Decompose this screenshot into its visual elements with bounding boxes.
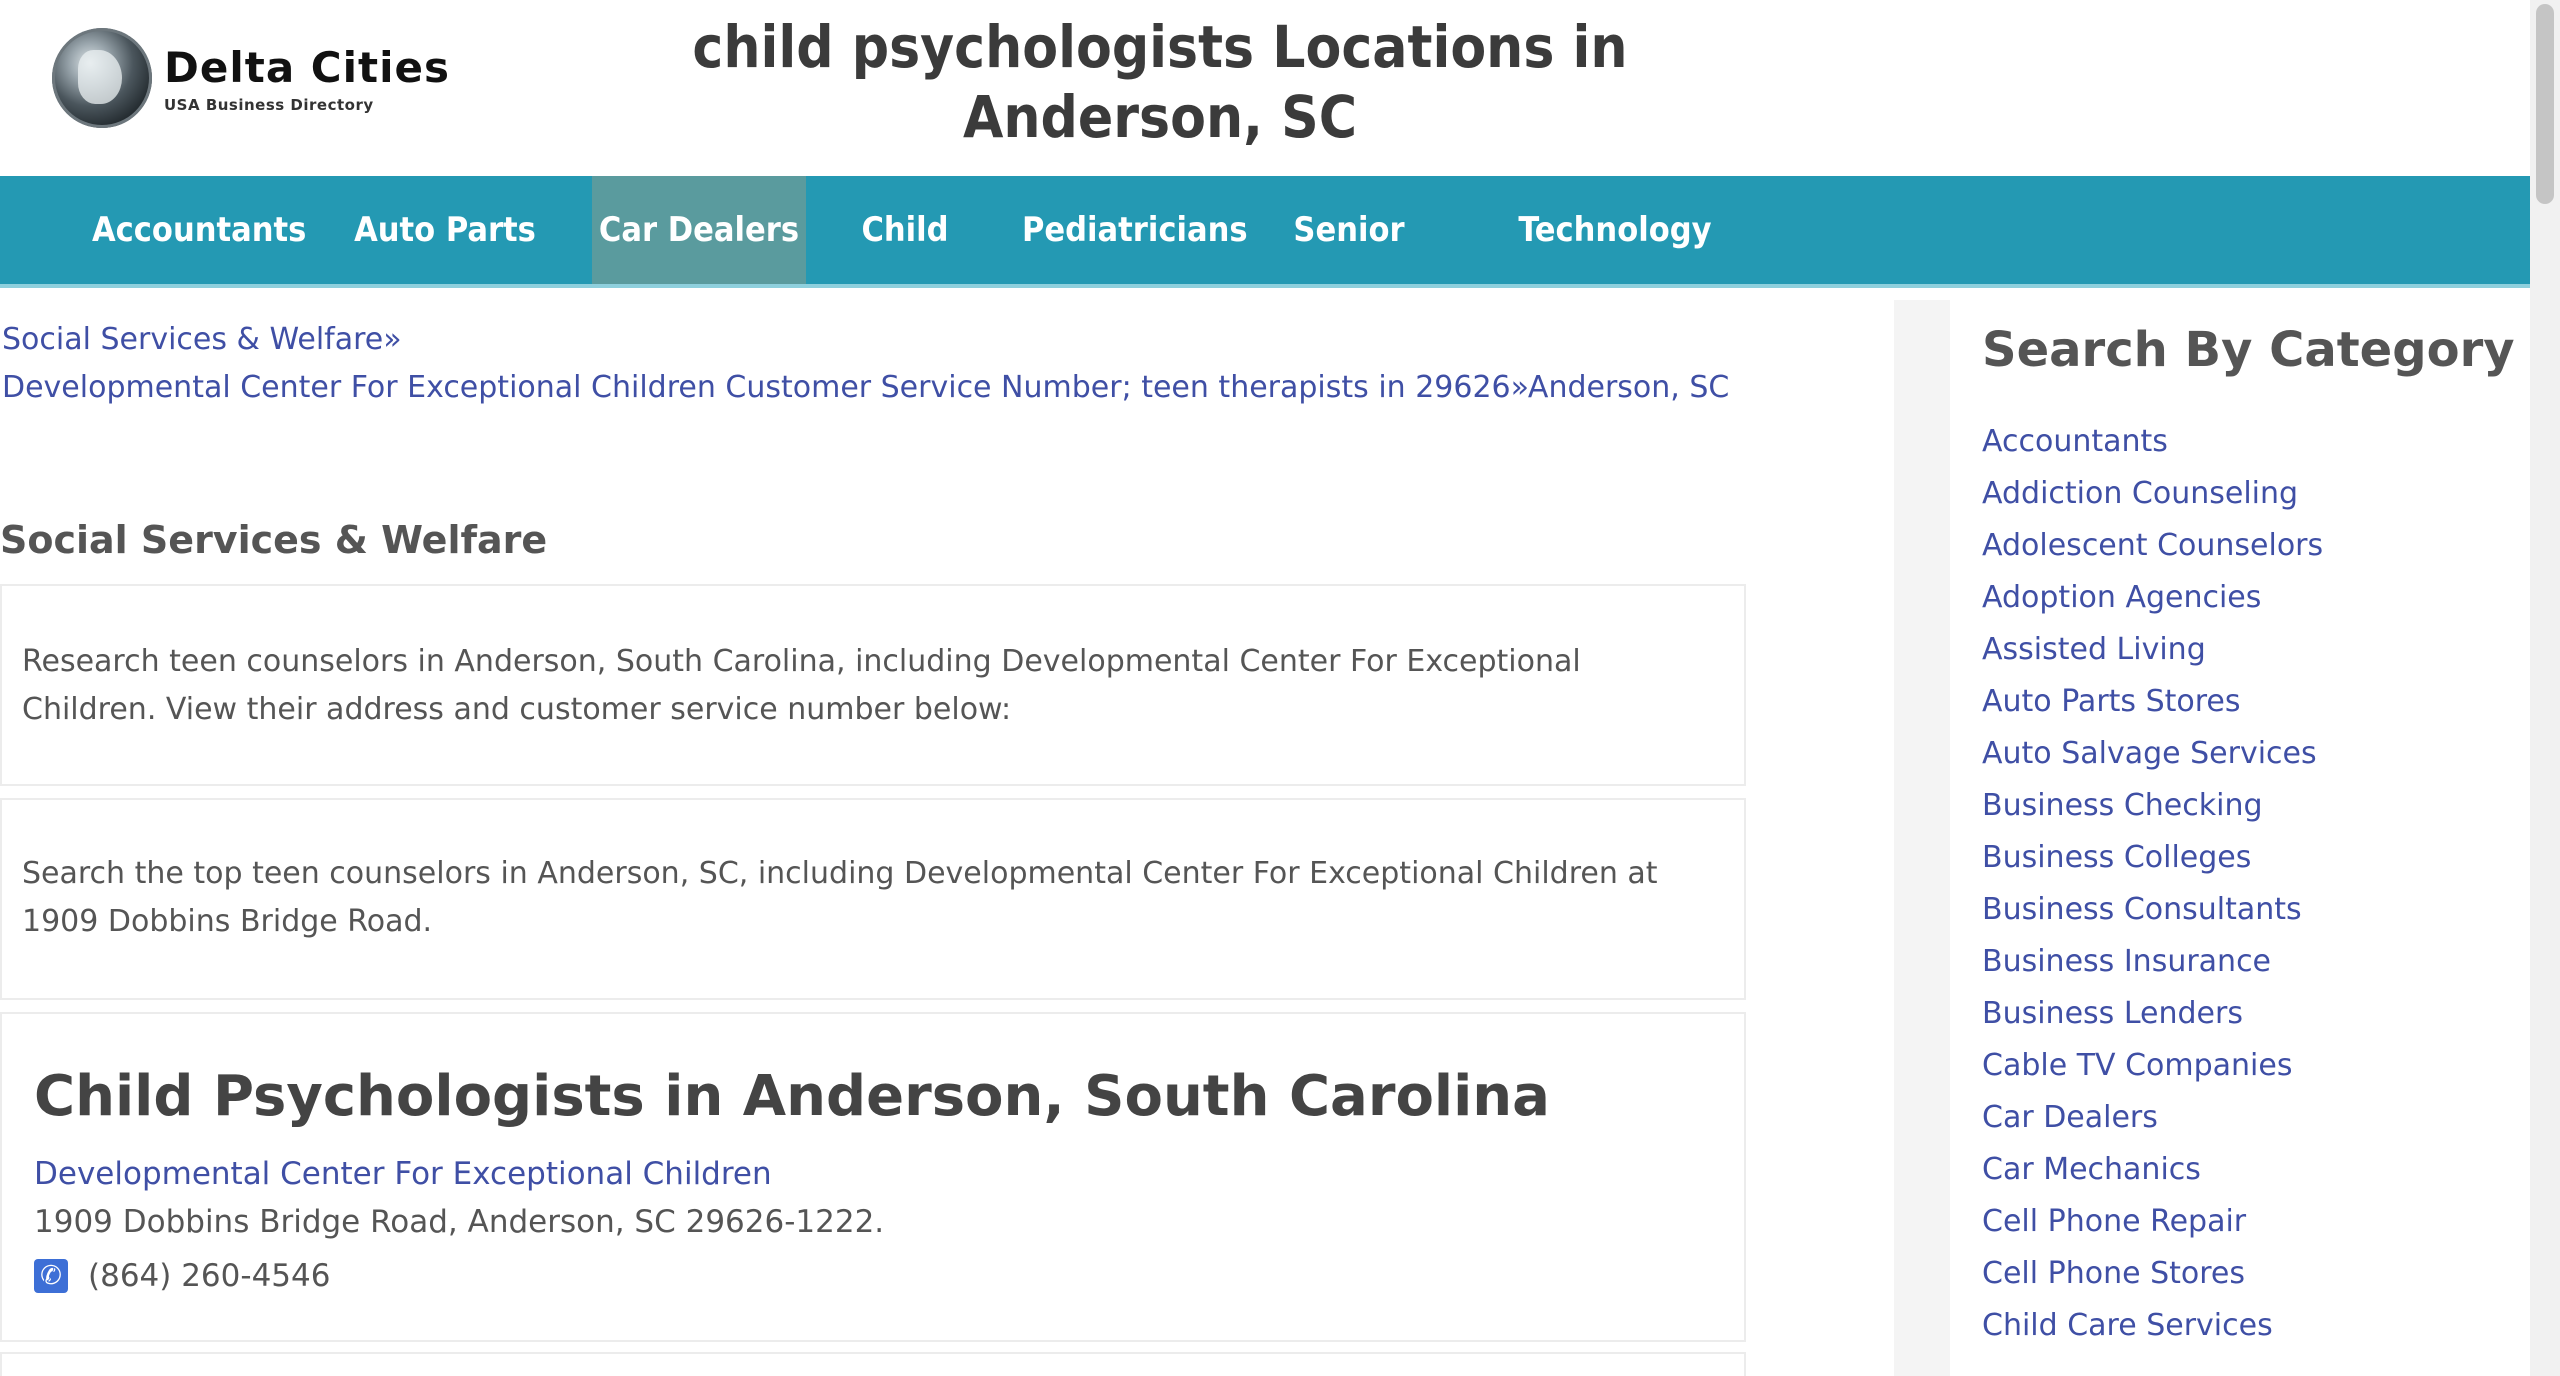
- business-address: 1909 Dobbins Bridge Road, Anderson, SC 2…: [34, 1204, 885, 1240]
- nav-item-senior-care[interactable]: Senior Care: [1260, 176, 1438, 358]
- category-link[interactable]: Child Care Services: [1982, 1308, 2323, 1360]
- breadcrumb-social-services[interactable]: Social Services & Welfare»: [2, 322, 402, 357]
- sidebar-gutter: [1894, 300, 1950, 1376]
- business-name-link[interactable]: Developmental Center For Exceptional Chi…: [34, 1156, 772, 1192]
- logo-subtitle: USA Business Directory: [164, 95, 374, 114]
- logo-title: Delta Cities: [164, 42, 450, 92]
- category-link[interactable]: Assisted Living: [1982, 632, 2323, 684]
- page-scrollbar[interactable]: [2530, 0, 2560, 1376]
- site-logo[interactable]: Delta Cities USA Business Directory: [52, 28, 450, 128]
- nav-item-accountants[interactable]: Accountants: [92, 176, 306, 284]
- nav-item-car-dealers[interactable]: Car Dealers: [592, 176, 806, 284]
- category-link[interactable]: Auto Parts Stores: [1982, 684, 2323, 736]
- category-link[interactable]: Adoption Agencies: [1982, 580, 2323, 632]
- category-link[interactable]: Accountants: [1982, 424, 2323, 476]
- breadcrumb-business-page[interactable]: Developmental Center For Exceptional Chi…: [2, 370, 1729, 405]
- category-link[interactable]: Business Consultants: [1982, 892, 2323, 944]
- intro-text: Research teen counselors in Anderson, So…: [22, 644, 1581, 727]
- main-nav: Accountants Auto Parts Stores Car Dealer…: [0, 176, 2530, 358]
- phone-icon: ✆: [34, 1259, 68, 1293]
- category-link[interactable]: Car Mechanics: [1982, 1152, 2323, 1204]
- category-link[interactable]: Adolescent Counselors: [1982, 528, 2323, 580]
- business-phone[interactable]: (864) 260-4546: [88, 1258, 330, 1294]
- section-heading: Social Services & Welfare: [0, 518, 548, 562]
- sidebar-heading: Search By Category: [1982, 322, 2515, 378]
- listing-heading: Child Psychologists in Anderson, South C…: [34, 1064, 1550, 1129]
- intro-card: Research teen counselors in Anderson, So…: [0, 584, 1746, 786]
- next-card: [0, 1352, 1746, 1376]
- search-summary-text: Search the top teen counselors in Anders…: [22, 856, 1658, 939]
- category-link[interactable]: Addiction Counseling: [1982, 476, 2323, 528]
- nav-item-pediatricians[interactable]: Pediatricians: [1022, 176, 1248, 284]
- page-title: child psychologists Locations in Anderso…: [692, 13, 1628, 151]
- site-header: Delta Cities USA Business Directory chil…: [0, 0, 2530, 176]
- logo-text: Delta Cities USA Business Directory: [164, 43, 450, 114]
- search-summary-card: Search the top teen counselors in Anders…: [0, 798, 1746, 1000]
- category-link[interactable]: Business Checking: [1982, 788, 2323, 840]
- category-link[interactable]: Business Insurance: [1982, 944, 2323, 996]
- category-link[interactable]: Business Lenders: [1982, 996, 2323, 1048]
- phone-row: ✆ (864) 260-4546: [34, 1258, 330, 1294]
- category-link[interactable]: Cable TV Companies: [1982, 1048, 2323, 1100]
- nav-item-child-care[interactable]: Child Care: [822, 176, 988, 358]
- category-link[interactable]: Auto Salvage Services: [1982, 736, 2323, 788]
- listing-card: Child Psychologists in Anderson, South C…: [0, 1012, 1746, 1342]
- nav-item-auto-parts-stores[interactable]: Auto Parts Stores: [314, 176, 576, 358]
- category-list: Accountants Addiction Counseling Adolesc…: [1982, 424, 2323, 1360]
- category-link[interactable]: Car Dealers: [1982, 1100, 2323, 1152]
- nav-item-technology-schools[interactable]: Technology Schools: [1470, 176, 1760, 358]
- category-link[interactable]: Business Colleges: [1982, 840, 2323, 892]
- category-link[interactable]: Cell Phone Stores: [1982, 1256, 2323, 1308]
- globe-icon: [52, 28, 152, 128]
- scrollbar-thumb[interactable]: [2536, 4, 2554, 204]
- category-link[interactable]: Cell Phone Repair: [1982, 1204, 2323, 1256]
